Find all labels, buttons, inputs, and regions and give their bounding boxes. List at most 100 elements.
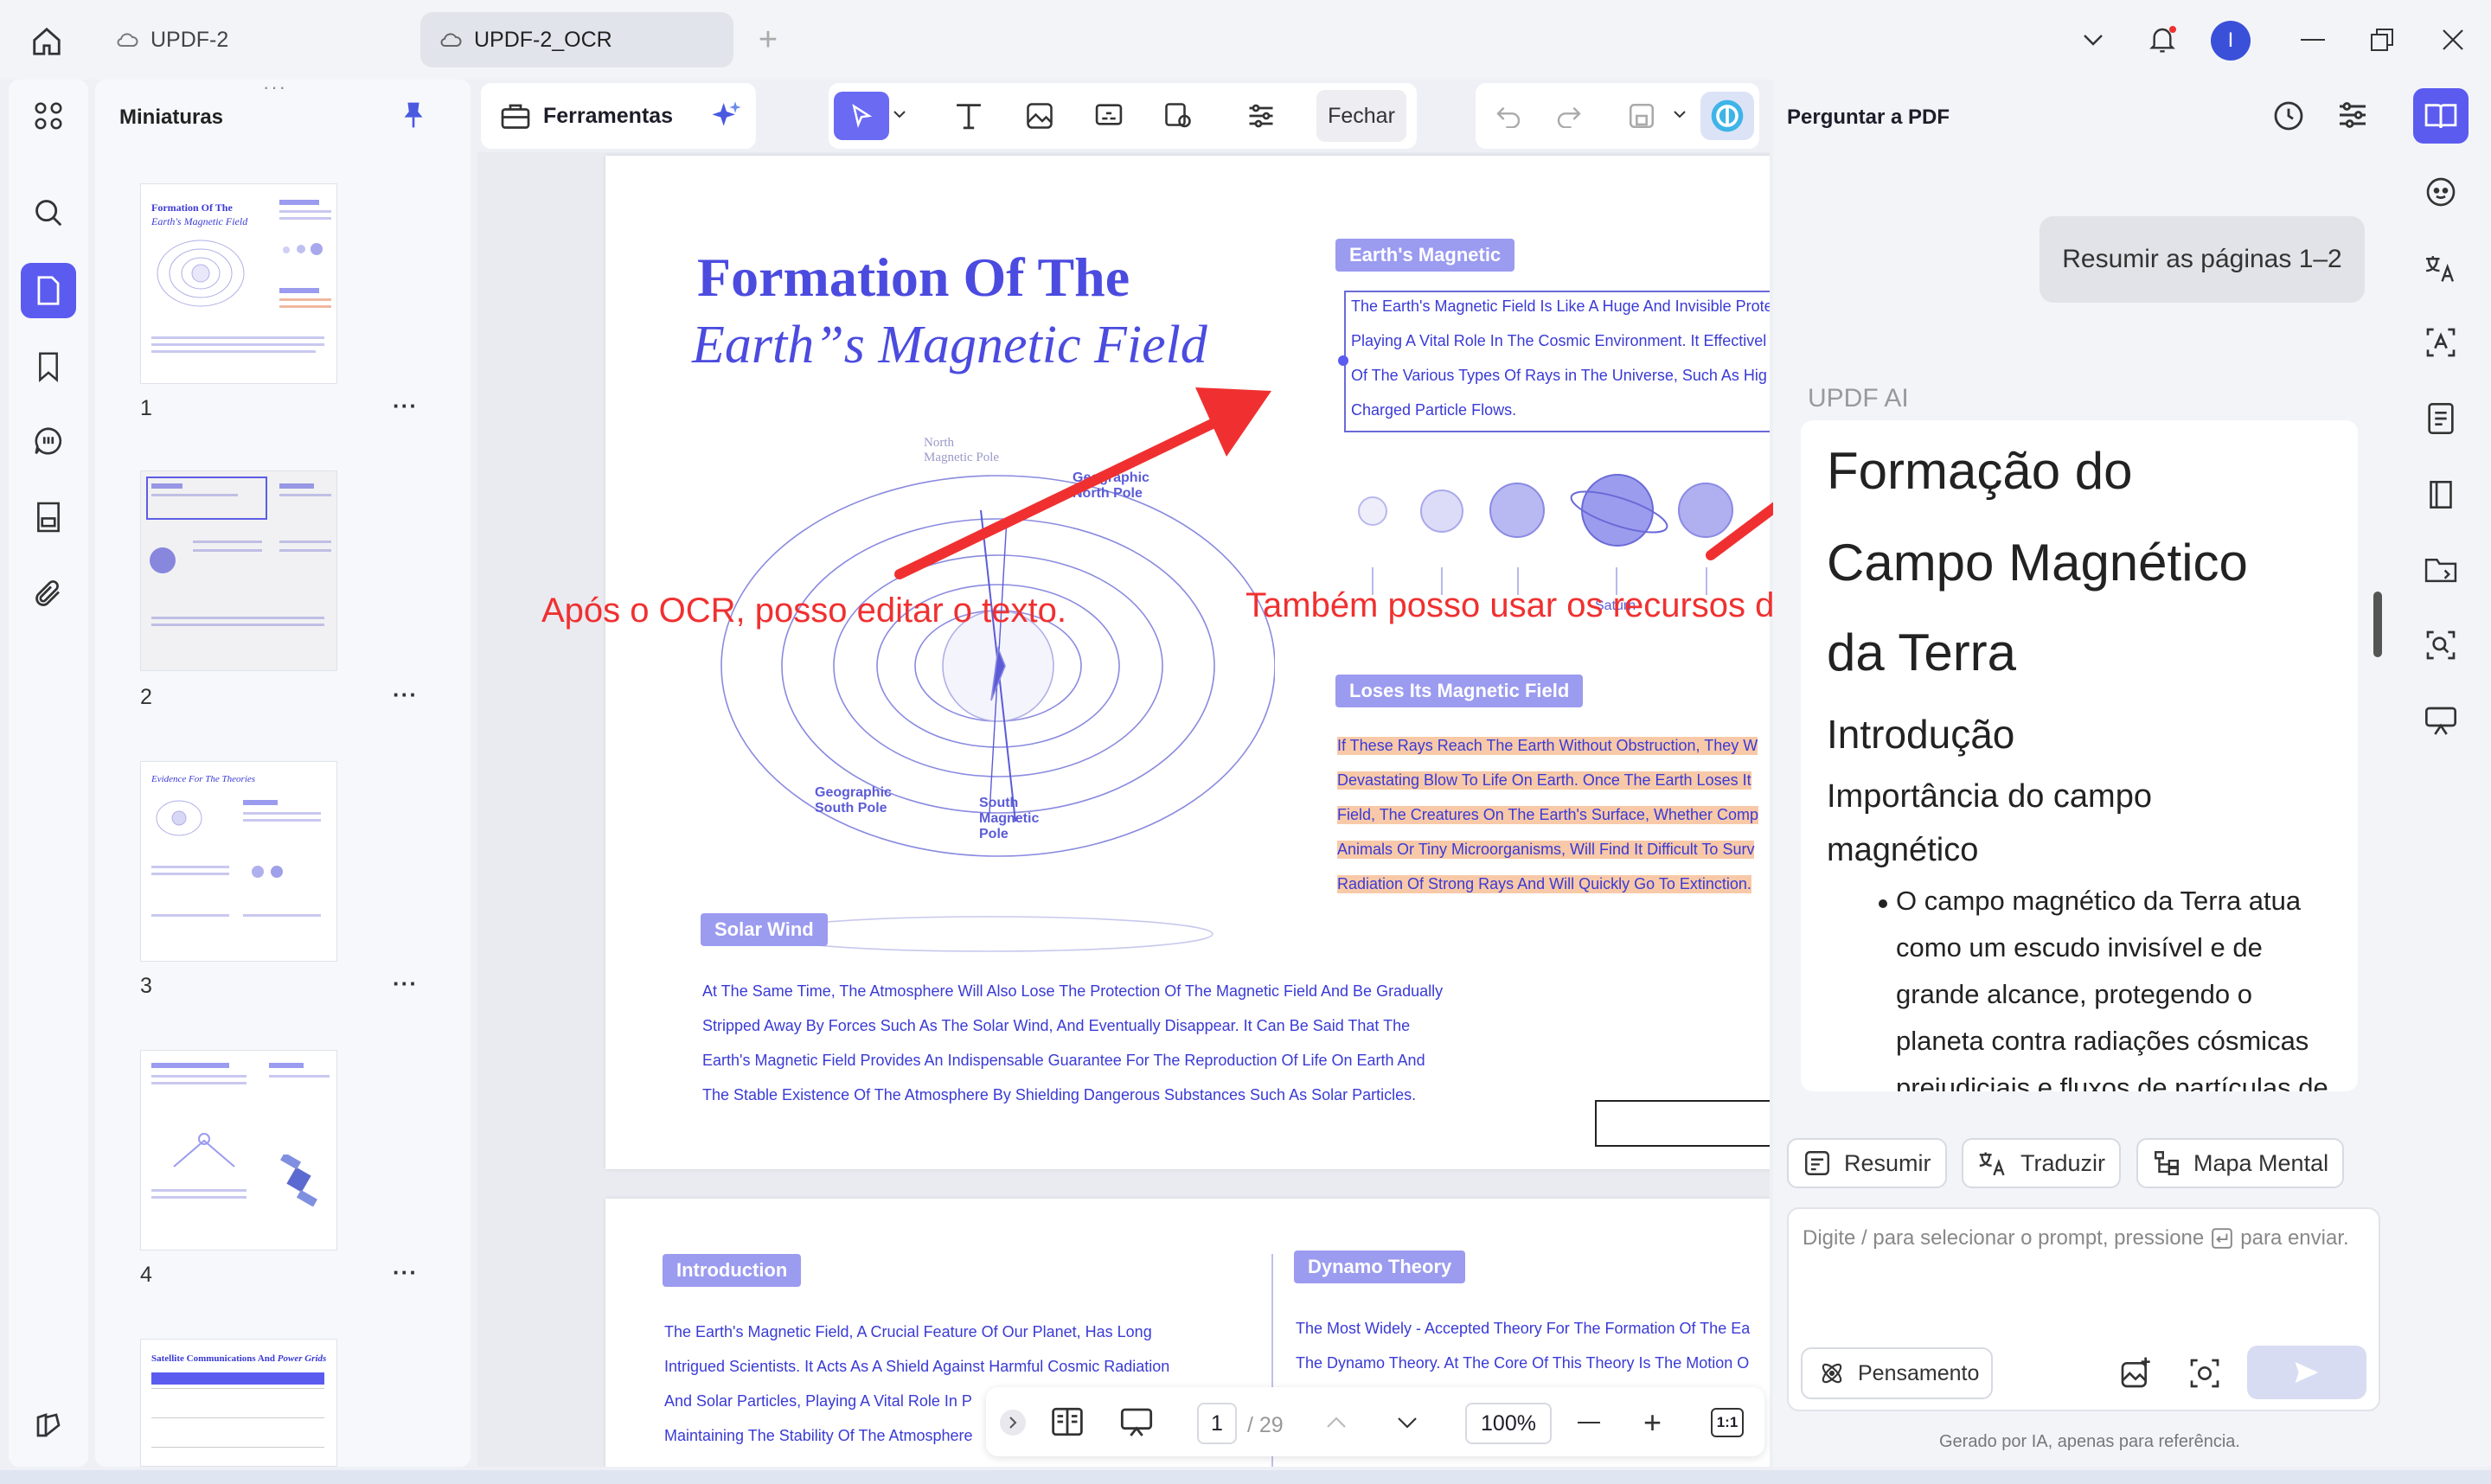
section-pill-loses-field[interactable]: Loses Its Magnetic Field xyxy=(1335,675,1584,707)
close-edit-button[interactable]: Fechar xyxy=(1316,90,1406,142)
dynamo-text-line[interactable]: The Dynamo Theory. At The Core Of This T… xyxy=(1296,1354,1749,1372)
diagram-label-geo-south[interactable]: Geographic South Pole xyxy=(815,785,892,816)
chevron-down-icon[interactable] xyxy=(1673,109,1687,119)
ai-sparkle-icon[interactable] xyxy=(709,99,744,133)
presentation-icon[interactable] xyxy=(1119,1406,1154,1439)
select-tool-button[interactable] xyxy=(834,92,889,140)
diagram-label-north-magnetic[interactable]: North Magnetic Pole xyxy=(924,436,999,465)
intro-text-line[interactable]: The Earth's Magnetic Field, A Crucial Fe… xyxy=(664,1323,1152,1341)
diagram-label-geo-north[interactable]: Geographic North Pole xyxy=(1073,470,1149,502)
thumbnail-page-1[interactable]: Formation Of The Earth's Magnetic Field xyxy=(140,183,337,384)
previous-page-icon[interactable] xyxy=(1325,1415,1348,1430)
selection-handle[interactable] xyxy=(1338,355,1348,366)
ocr-text-icon[interactable] xyxy=(2413,315,2469,370)
scan-search-icon[interactable] xyxy=(2413,617,2469,673)
intro-text-line[interactable]: And Solar Particles, Playing A Vital Rol… xyxy=(664,1392,972,1410)
intro-text-line[interactable]: Maintaining The Stability Of The Atmosph… xyxy=(664,1427,973,1445)
zoom-out-icon[interactable] xyxy=(1578,1422,1600,1423)
thumbnail-page-2[interactable] xyxy=(140,470,337,671)
save-icon[interactable] xyxy=(1617,92,1666,140)
translate-chip[interactable]: Traduzir xyxy=(1962,1138,2122,1188)
new-tab-plus-icon[interactable]: + xyxy=(751,22,785,57)
text-tool-icon[interactable] xyxy=(945,92,993,140)
loses-text-line[interactable]: Devastating Blow To Life On Earth. Once … xyxy=(1337,771,1751,790)
chevron-down-icon[interactable] xyxy=(2071,19,2116,61)
close-window-icon[interactable] xyxy=(2430,19,2475,61)
section-pill-introduction[interactable]: Introduction xyxy=(663,1254,802,1287)
panel-drag-handle[interactable]: ··· xyxy=(263,76,287,99)
scrollbar-thumb[interactable] xyxy=(2373,592,2382,657)
panel-settings-icon[interactable] xyxy=(2335,99,2370,131)
redo-icon[interactable] xyxy=(1545,92,1593,140)
image-tool-icon[interactable] xyxy=(1015,92,1064,140)
solar-text-line[interactable]: The Stable Existence Of The Atmosphere B… xyxy=(702,1086,1416,1104)
tab-updf-2-ocr[interactable]: UPDF-2_OCR xyxy=(420,12,733,67)
translate-tool-icon[interactable] xyxy=(2413,240,2469,296)
earth-text-line[interactable]: The Earth's Magnetic Field Is Like A Hug… xyxy=(1351,297,1770,316)
empty-text-box[interactable] xyxy=(1595,1100,1770,1147)
attachment-icon[interactable] xyxy=(21,566,76,621)
present-icon[interactable] xyxy=(2413,694,2469,749)
mind-map-chip[interactable]: Mapa Mental xyxy=(2136,1138,2345,1188)
ask-pdf-icon[interactable] xyxy=(2413,88,2469,144)
thumbnail-more-icon[interactable]: ··· xyxy=(393,970,418,997)
section-pill-earths-magnetic[interactable]: Earth's Magnetic xyxy=(1335,239,1515,272)
bell-icon[interactable] xyxy=(2140,19,2185,61)
dynamo-text-line[interactable]: The Most Widely - Accepted Theory For Th… xyxy=(1296,1320,1750,1338)
stamp-tool-icon[interactable] xyxy=(1154,92,1202,140)
minimize-icon[interactable] xyxy=(2290,19,2335,61)
thumbnail-more-icon[interactable]: ··· xyxy=(393,1259,418,1286)
section-pill-solar-wind[interactable]: Solar Wind xyxy=(701,913,828,946)
earth-text-line[interactable]: Of The Various Types Of Rays in The Univ… xyxy=(1351,367,1767,385)
search-icon[interactable] xyxy=(21,185,76,240)
loses-text-line[interactable]: If These Rays Reach The Earth Without Ob… xyxy=(1337,737,1758,755)
send-button[interactable] xyxy=(2247,1346,2366,1399)
solar-text-line[interactable]: Earth's Magnetic Field Provides An Indis… xyxy=(702,1052,1425,1070)
loses-text-line[interactable]: Field, The Creatures On The Earth's Surf… xyxy=(1337,806,1758,824)
intro-text-line[interactable]: Intrigued Scientists. It Acts As A Shiel… xyxy=(664,1358,1169,1376)
image-upload-icon[interactable] xyxy=(2117,1356,2154,1391)
page-number-input[interactable]: 1 xyxy=(1197,1403,1237,1444)
toolbox-icon[interactable] xyxy=(500,101,531,131)
tab-updf-2[interactable]: UPDF-2 xyxy=(97,12,412,67)
next-page-icon[interactable] xyxy=(1396,1415,1418,1430)
restore-icon[interactable] xyxy=(2360,19,2405,61)
user-avatar[interactable]: I xyxy=(2211,21,2251,61)
pin-icon[interactable] xyxy=(401,100,426,130)
settings-sliders-icon[interactable] xyxy=(1237,92,1285,140)
earth-text-line[interactable]: Playing A Vital Role In The Cosmic Envir… xyxy=(1351,332,1766,350)
loses-text-line[interactable]: Animals Or Tiny Microorganisms, Will Fin… xyxy=(1337,841,1755,859)
document-viewer[interactable]: Formation Of The Earth”s Magnetic Field … xyxy=(477,152,1770,1467)
thumbnail-page-5[interactable]: Satellite Communications And Power Grids xyxy=(140,1339,337,1467)
solar-text-line[interactable]: At The Same Time, The Atmosphere Will Al… xyxy=(702,982,1443,1001)
home-icon[interactable] xyxy=(26,21,67,62)
theme-icon[interactable] xyxy=(21,1398,76,1453)
solar-text-line[interactable]: Stripped Away By Forces Such As The Sola… xyxy=(702,1017,1410,1035)
screenshot-icon[interactable] xyxy=(2187,1356,2223,1391)
form-icon[interactable] xyxy=(21,489,76,545)
chat-bot-icon[interactable] xyxy=(2413,164,2469,220)
loses-text-line[interactable]: Radiation Of Strong Rays And Will Quickl… xyxy=(1337,875,1751,893)
history-icon[interactable] xyxy=(2271,99,2306,133)
earth-text-line[interactable]: Charged Particle Flows. xyxy=(1351,401,1516,419)
thumbnail-page-3[interactable]: Evidence For The Theories xyxy=(140,761,337,962)
ai-assistant-icon[interactable] xyxy=(1700,92,1754,140)
actual-size-icon[interactable]: 1:1 xyxy=(1711,1408,1744,1437)
summarize-chip[interactable]: Resumir xyxy=(1787,1138,1947,1188)
comment-icon[interactable] xyxy=(21,413,76,469)
undo-icon[interactable] xyxy=(1484,92,1533,140)
grid-icon[interactable] xyxy=(21,88,76,144)
reader-icon[interactable] xyxy=(2413,467,2469,522)
doc-title-line2[interactable]: Earth”s Magnetic Field xyxy=(692,315,1207,376)
document-page-1[interactable]: Formation Of The Earth”s Magnetic Field … xyxy=(605,156,1770,1169)
page-layout-icon[interactable] xyxy=(1050,1406,1085,1437)
doc-title-line1[interactable]: Formation Of The xyxy=(697,246,1130,310)
link-tool-icon[interactable] xyxy=(1085,92,1133,140)
thumbnail-more-icon[interactable]: ··· xyxy=(393,681,418,708)
bookmark-icon[interactable] xyxy=(21,339,76,394)
thumbnail-page-4[interactable] xyxy=(140,1050,337,1251)
summary-doc-icon[interactable] xyxy=(2413,391,2469,446)
thinking-toggle-button[interactable]: Pensamento xyxy=(1801,1347,1993,1399)
diagram-label-south-magnetic[interactable]: South Magnetic Pole xyxy=(979,796,1039,842)
chevron-down-icon[interactable] xyxy=(893,109,906,119)
